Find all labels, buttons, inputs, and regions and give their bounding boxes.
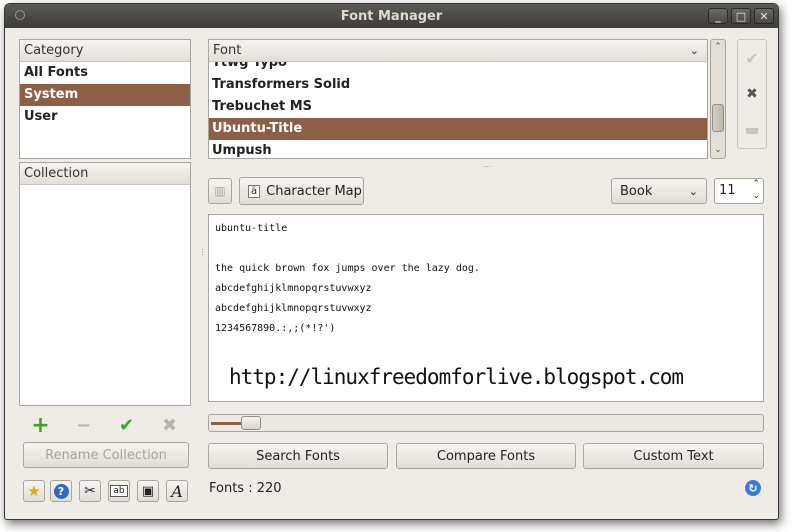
side-divider-grip[interactable]: ⋯ — [198, 248, 207, 256]
close-button[interactable]: ✕ — [754, 8, 774, 24]
collection-header[interactable]: Collection — [20, 163, 190, 185]
category-panel: Category All Fonts System User — [19, 39, 191, 159]
enable-check-icon[interactable]: ✔ — [745, 49, 758, 68]
slider-track-fill — [211, 422, 241, 425]
font-item[interactable]: Umpush — [209, 140, 707, 159]
window-menu-icon[interactable] — [15, 10, 25, 20]
font-item-selected[interactable]: Ubuntu-Title — [209, 118, 707, 140]
font-list-scrollbar[interactable]: ⌃ ⌄ — [710, 39, 726, 159]
apply-check-icon[interactable]: ✔ — [116, 414, 138, 436]
font-item[interactable]: Ttwg Typo — [209, 62, 707, 74]
refresh-icon[interactable]: ↻ — [745, 480, 761, 496]
character-table-button[interactable]: ab — [108, 480, 130, 502]
star-icon: ★ — [27, 482, 41, 500]
search-fonts-button[interactable]: Search Fonts — [208, 443, 388, 469]
italic-font-icon: A — [171, 481, 183, 501]
category-item-system[interactable]: System — [20, 84, 190, 106]
remove-icon[interactable]: − — [73, 414, 95, 436]
chevron-down-icon: ⌄ — [688, 184, 698, 198]
sort-chevron-icon[interactable]: ⌄ — [690, 40, 699, 61]
compare-fonts-button[interactable]: Compare Fonts — [396, 443, 576, 469]
preview-lowercase-2: abcdefghijklmnopqrstuvwxyz — [215, 303, 372, 314]
scroll-up-icon[interactable]: ⌃ — [711, 40, 725, 54]
add-icon[interactable]: + — [30, 413, 52, 438]
size-spinner[interactable]: 11 ⌃ ⌄ — [714, 178, 764, 204]
font-item[interactable]: Trebuchet MS — [209, 96, 707, 118]
font-count-status: Fonts : 220 — [209, 481, 282, 496]
help-button[interactable]: ? — [50, 480, 72, 502]
scroll-down-icon[interactable]: ⌄ — [711, 144, 725, 158]
character-map-button[interactable]: ä Character Map — [239, 177, 364, 205]
style-select-value: Book — [620, 183, 653, 199]
preview-font-name: ubuntu-title — [215, 223, 288, 234]
font-item[interactable]: Transformers Solid — [209, 74, 707, 96]
minimize-button[interactable]: _ — [708, 8, 728, 24]
delete-icon[interactable]: ✖ — [159, 414, 181, 436]
style-select[interactable]: Book ⌄ — [611, 178, 707, 204]
watermark-text: http://linuxfreedomforlive.blogspot.com — [229, 365, 684, 389]
size-value[interactable]: 11 — [719, 183, 736, 198]
char-table-icon: ab — [110, 485, 128, 497]
preview-lowercase-1: abcdefghijklmnopqrstuvwxyz — [215, 283, 372, 294]
chart-icon: ▥ — [214, 184, 226, 198]
category-item-user[interactable]: User — [20, 106, 190, 128]
spin-up-icon[interactable]: ⌃ — [752, 179, 760, 189]
preview-numbers: 1234567890.:,;(*!?') — [215, 323, 336, 334]
spin-down-icon[interactable]: ⌄ — [752, 191, 760, 201]
font-header[interactable]: Font ⌄ — [209, 40, 707, 62]
remove-font-icon[interactable]: ▬ — [744, 120, 759, 139]
preferences-button[interactable]: ✂ — [79, 480, 101, 502]
save-icon: ▣ — [141, 483, 155, 499]
font-info-button[interactable]: ▥ — [208, 178, 232, 204]
window-title: Font Manager — [340, 8, 443, 24]
font-information-button[interactable]: A — [166, 480, 188, 502]
font-header-label: Font — [213, 43, 242, 58]
slider-handle[interactable] — [241, 416, 261, 430]
scroll-thumb[interactable] — [712, 104, 724, 132]
font-preview-area[interactable]: ubuntu-title the quick brown fox jumps o… — [208, 214, 764, 402]
font-list-panel: Font ⌄ Ttwg Typo Transformers Solid Treb… — [208, 39, 708, 159]
tools-icon: ✂ — [84, 483, 96, 499]
font-manager-window: Font Manager _ □ ✕ Category All Fonts Sy… — [4, 3, 779, 520]
font-actions-column: ✔ ✖ ▬ — [737, 39, 767, 149]
pane-divider-grip[interactable]: ⋯ — [483, 162, 491, 171]
preview-size-slider[interactable] — [208, 414, 764, 432]
collection-panel[interactable]: Collection — [19, 162, 191, 406]
favorites-button[interactable]: ★ — [23, 480, 45, 502]
maximize-button[interactable]: □ — [731, 8, 751, 24]
rename-collection-button[interactable]: Rename Collection — [23, 442, 189, 468]
export-button[interactable]: ▣ — [137, 480, 159, 502]
collection-toolbar: + − ✔ ✖ — [19, 412, 191, 438]
help-icon: ? — [53, 483, 69, 499]
category-item-all-fonts[interactable]: All Fonts — [20, 62, 190, 84]
font-list[interactable]: Ttwg Typo Transformers Solid Trebuchet M… — [209, 62, 707, 159]
character-map-label: Character Map — [266, 183, 362, 199]
category-header[interactable]: Category — [20, 40, 190, 62]
title-bar[interactable]: Font Manager _ □ ✕ — [5, 4, 778, 28]
disable-x-icon[interactable]: ✖ — [746, 86, 758, 102]
preview-pangram: the quick brown fox jumps over the lazy … — [215, 263, 480, 274]
custom-text-button[interactable]: Custom Text — [583, 443, 764, 469]
character-map-icon: ä — [248, 184, 261, 198]
